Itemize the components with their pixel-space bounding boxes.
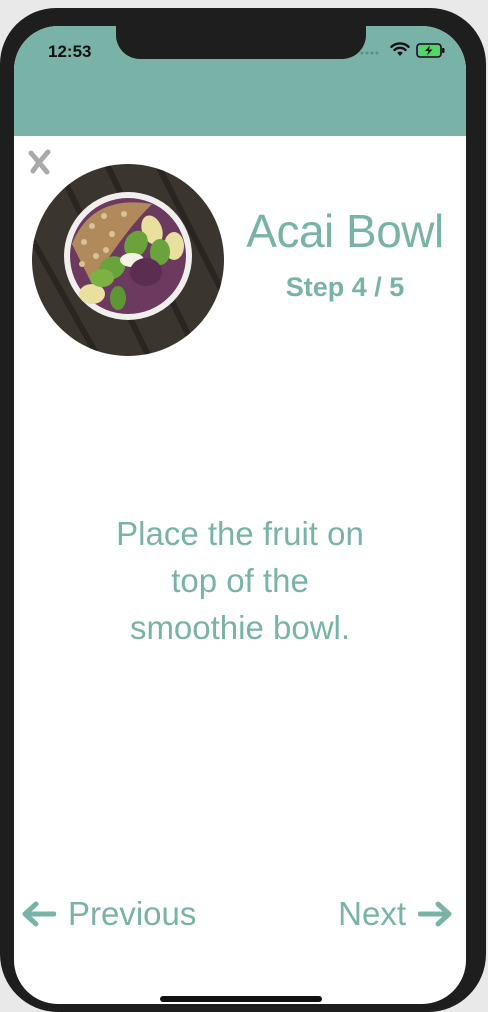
status-icons — [360, 40, 450, 62]
previous-label: Previous — [68, 895, 197, 932]
close-button[interactable] — [26, 148, 54, 176]
previous-button[interactable]: Previous — [20, 892, 196, 936]
step-instruction: Place the fruit on top of the smoothie b… — [70, 510, 410, 651]
phone-frame: 12:53 Acai Bowl Step 4 / 5 Place the fru… — [0, 8, 486, 1012]
battery-charging-icon — [416, 43, 445, 58]
arrow-right-icon — [418, 901, 452, 927]
recipe-title: Acai Bowl — [246, 205, 444, 257]
arrow-left-icon — [22, 901, 56, 927]
signal-icon — [360, 51, 379, 55]
wifi-icon — [390, 42, 410, 56]
device-notch — [116, 26, 366, 59]
instruction-line: Place the fruit on — [116, 515, 364, 552]
close-icon — [28, 149, 51, 175]
app-screen: 12:53 Acai Bowl Step 4 / 5 Place the fru… — [14, 26, 466, 1004]
next-label: Next — [338, 895, 406, 932]
recipe-photo — [32, 164, 224, 356]
instruction-line: top of the — [171, 562, 309, 599]
home-indicator[interactable] — [160, 996, 322, 1002]
status-time: 12:53 — [48, 42, 92, 61]
next-button[interactable]: Next — [338, 892, 454, 936]
step-indicator: Step 4 / 5 — [285, 272, 405, 302]
instruction-line: smoothie bowl. — [129, 609, 351, 646]
